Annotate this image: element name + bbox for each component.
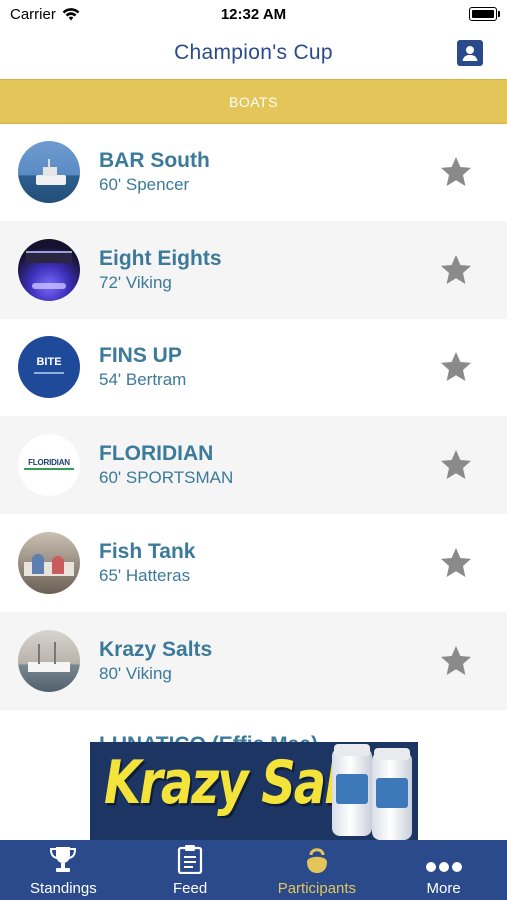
ad-banner[interactable]: Krazy Salt's bbox=[90, 742, 418, 840]
tab-bar: Standings Feed Participants More bbox=[0, 840, 507, 900]
list-item[interactable]: Eight Eights 72' Viking bbox=[0, 220, 507, 319]
boat-model: 72' Viking bbox=[99, 272, 172, 292]
tab-label: Participants bbox=[277, 880, 357, 897]
page-title: Champion's Cup bbox=[174, 41, 333, 64]
ad-product-jar bbox=[332, 744, 372, 836]
avatar-logo-text: BITE bbox=[36, 356, 62, 369]
boat-model: 60' Spencer bbox=[99, 174, 190, 194]
section-header-boats: BOATS bbox=[0, 79, 507, 124]
boat-name: Krazy Salts bbox=[99, 637, 213, 661]
avatar-logo-text: FLORIDIAN bbox=[28, 458, 70, 468]
trophy-icon bbox=[50, 847, 77, 872]
boat-name: FINS UP bbox=[99, 344, 182, 368]
favorite-star-icon[interactable] bbox=[439, 350, 473, 384]
favorite-star-icon[interactable] bbox=[439, 644, 473, 678]
boat-model: 54' Bertram bbox=[99, 370, 187, 390]
boat-model: 65' Hatteras bbox=[99, 566, 191, 586]
tab-more[interactable]: More bbox=[380, 840, 507, 900]
tab-standings[interactable]: Standings bbox=[0, 840, 127, 900]
tab-label: Standings bbox=[30, 880, 97, 897]
battery-icon bbox=[469, 7, 500, 21]
favorite-star-icon[interactable] bbox=[439, 155, 473, 189]
ad-product-jar bbox=[372, 748, 412, 840]
list-item[interactable]: BITE FINS UP 54' Bertram bbox=[0, 319, 507, 417]
boat-avatar bbox=[18, 532, 80, 595]
navigation-bar: Champion's Cup bbox=[0, 28, 507, 78]
list-item[interactable]: Fish Tank 65' Hatteras bbox=[0, 514, 507, 612]
clipboard-icon bbox=[178, 845, 203, 874]
boat-info: Krazy Salts 80' Viking bbox=[99, 637, 212, 685]
list-item[interactable]: BAR South 60' Spencer bbox=[0, 123, 507, 221]
tab-feed[interactable]: Feed bbox=[127, 840, 254, 900]
boat-model: 80' Viking bbox=[99, 663, 172, 683]
boat-name: Eight Eights bbox=[99, 246, 222, 270]
status-bar: Carrier 12:32 AM bbox=[0, 0, 507, 28]
tab-label: Feed bbox=[173, 880, 208, 897]
favorite-star-icon[interactable] bbox=[439, 253, 473, 287]
boat-info: FLORIDIAN 60' SPORTSMAN bbox=[99, 441, 233, 489]
boat-info: Fish Tank 65' Hatteras bbox=[99, 539, 195, 587]
boat-model: 60' SPORTSMAN bbox=[99, 468, 234, 488]
status-time: 12:32 AM bbox=[220, 5, 287, 23]
profile-button[interactable] bbox=[457, 40, 483, 66]
section-header-label: BOATS bbox=[229, 93, 278, 110]
boat-name: BAR South bbox=[99, 148, 210, 172]
boat-info: Eight Eights 72' Viking bbox=[99, 246, 222, 294]
boat-name: Fish Tank bbox=[99, 540, 196, 564]
boat-name: FLORIDIAN bbox=[99, 442, 214, 466]
contact-card-icon bbox=[462, 46, 478, 61]
favorite-star-icon[interactable] bbox=[439, 448, 473, 482]
boat-avatar: FLORIDIAN bbox=[18, 434, 80, 497]
favorite-star-icon[interactable] bbox=[439, 546, 473, 580]
more-dots-icon bbox=[425, 862, 462, 872]
list-item[interactable]: Krazy Salts 80' Viking bbox=[0, 611, 507, 710]
boat-info: FINS UP 54' Bertram bbox=[99, 343, 186, 391]
tab-participants[interactable]: Participants bbox=[254, 840, 381, 900]
boat-info: BAR South 60' Spencer bbox=[99, 148, 210, 196]
tab-label: More bbox=[426, 880, 461, 897]
list-item[interactable]: FLORIDIAN FLORIDIAN 60' SPORTSMAN bbox=[0, 416, 507, 515]
kettlebell-icon bbox=[306, 848, 327, 873]
boat-avatar bbox=[18, 238, 80, 301]
boat-avatar: BITE bbox=[18, 336, 80, 399]
boat-avatar bbox=[18, 629, 80, 692]
boat-avatar bbox=[18, 140, 80, 203]
boat-list[interactable]: BAR South 60' Spencer Eight Eights 72' V… bbox=[0, 123, 507, 710]
